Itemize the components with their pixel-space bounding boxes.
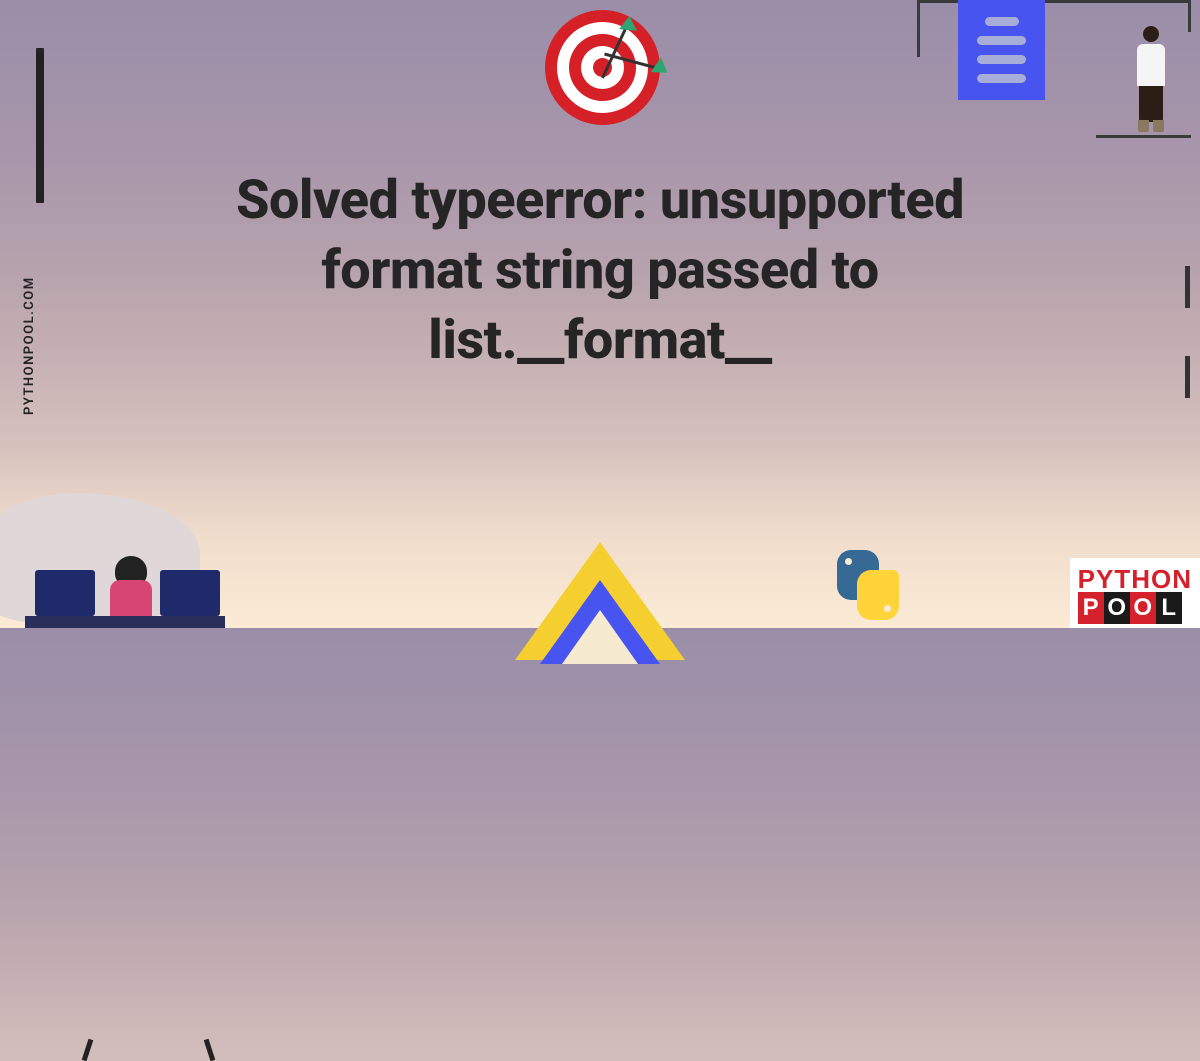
site-url-vertical: PYTHONPOOL.COM [22, 276, 37, 415]
right-accent-bar-1 [1185, 266, 1190, 308]
frame-bottom-line [1096, 135, 1191, 138]
python-logo-icon [831, 548, 905, 622]
logo-text-top: PYTHON [1078, 564, 1192, 595]
standing-person-illustration [1137, 26, 1165, 132]
desk-illustration [0, 463, 260, 628]
pythonpool-logo: PYTHON P O O L [1070, 558, 1200, 628]
target-icon [545, 10, 660, 125]
right-accent-bar-2 [1185, 356, 1190, 398]
logo-text-bottom: P O O L [1078, 592, 1192, 624]
triangle-icon-core [562, 610, 638, 664]
frame-left-line [917, 0, 920, 57]
article-title: Solved typeerror: unsupported format str… [150, 166, 1050, 377]
frame-right-line [1188, 0, 1191, 32]
left-accent-bar [36, 48, 44, 203]
menu-icon [958, 0, 1045, 100]
